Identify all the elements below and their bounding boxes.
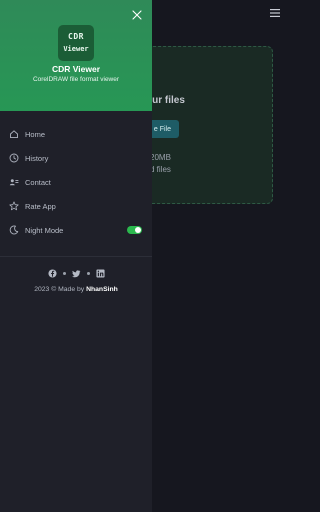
menu-item-rate-app[interactable]: Rate App bbox=[0, 194, 152, 218]
menu-item-home[interactable]: Home bbox=[0, 122, 152, 146]
menu-item-label: Contact bbox=[25, 177, 51, 187]
linkedin-icon[interactable] bbox=[95, 268, 105, 278]
upload-hint: 20MB d files bbox=[150, 152, 171, 176]
separator-dot bbox=[86, 271, 90, 275]
facebook-icon[interactable] bbox=[47, 268, 57, 278]
footer-author: NhanSinh bbox=[86, 286, 118, 293]
drawer-menu: Home History Contact Rate App Night Mode bbox=[0, 122, 152, 242]
navigation-drawer: CDR Viewer CDR Viewer CorelDRAW file for… bbox=[0, 0, 152, 512]
app-logo: CDR Viewer bbox=[58, 25, 94, 61]
divider bbox=[0, 256, 152, 257]
clock-icon bbox=[9, 153, 19, 163]
close-drawer-button[interactable] bbox=[131, 8, 143, 20]
home-icon bbox=[9, 129, 19, 139]
social-links bbox=[0, 268, 152, 278]
menu-item-label: History bbox=[25, 153, 49, 163]
hamburger-icon bbox=[270, 9, 280, 17]
menu-button[interactable] bbox=[265, 5, 285, 21]
menu-item-contact[interactable]: Contact bbox=[0, 170, 152, 194]
menu-item-label: Home bbox=[25, 129, 46, 139]
menu-item-label: Night Mode bbox=[25, 225, 64, 235]
size-limit-text: 20MB bbox=[150, 153, 171, 162]
menu-item-history[interactable]: History bbox=[0, 146, 152, 170]
star-icon bbox=[9, 201, 19, 211]
menu-item-night-mode[interactable]: Night Mode bbox=[0, 218, 152, 242]
app-subtitle: CorelDRAW file format viewer bbox=[32, 76, 120, 83]
night-mode-toggle[interactable] bbox=[127, 226, 142, 234]
close-icon bbox=[132, 10, 142, 20]
menu-item-label: Rate App bbox=[25, 201, 56, 211]
footer-text: 2023 © Made by bbox=[34, 286, 85, 293]
toggle-knob bbox=[135, 227, 141, 233]
contact-card-icon bbox=[9, 177, 19, 187]
logo-text-cdr: CDR bbox=[68, 32, 84, 41]
twitter-icon[interactable] bbox=[71, 269, 81, 278]
logo-text-viewer: Viewer bbox=[63, 45, 89, 53]
footer-credit: 2023 © Made by NhanSinh bbox=[0, 286, 152, 293]
supported-files-text: d files bbox=[150, 165, 171, 174]
app-title: CDR Viewer bbox=[51, 64, 101, 74]
separator-dot bbox=[62, 271, 66, 275]
moon-icon bbox=[9, 225, 19, 235]
drawer-header: CDR Viewer CDR Viewer CorelDRAW file for… bbox=[0, 0, 152, 111]
